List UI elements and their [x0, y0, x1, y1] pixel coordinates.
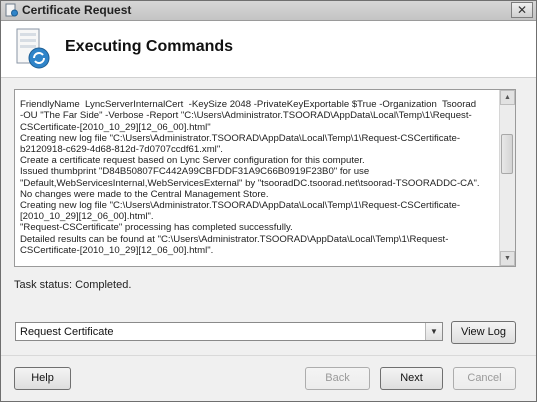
certificate-request-window: Certificate Request ✕ Executing Commands…	[0, 0, 537, 402]
close-button[interactable]: ✕	[511, 2, 533, 18]
log-line: Creating new log file "C:\Users\Administ…	[20, 132, 461, 144]
log-line: CSCertificate-[2010_10_29][12_06_00].htm…	[20, 244, 214, 256]
log-text: FriendlyName LyncServerInternalCert -Key…	[20, 90, 494, 266]
log-line: FriendlyName LyncServerInternalCert -Key…	[20, 99, 477, 111]
view-log-button[interactable]: View Log	[451, 321, 516, 344]
log-line: "Request-CSCertificate" processing has c…	[20, 222, 293, 234]
back-button[interactable]: Back	[305, 367, 370, 390]
selected-value: Request Certificate	[20, 326, 114, 338]
log-line: "Default,WebServicesInternal,WebServices…	[20, 177, 480, 189]
certificate-action-select[interactable]: Request Certificate ▼	[15, 322, 443, 341]
log-line: Issued thumbprint "D84B50807FC442A99CBFD…	[20, 166, 370, 178]
wizard-header: Executing Commands	[1, 21, 536, 78]
log-line: -OU "The Far Side" -Verbose -Report "C:\…	[20, 110, 472, 122]
log-line: b2120918-c629-4d68-812d-7d0707ccdf61.xml…	[20, 144, 223, 156]
scroll-thumb[interactable]	[501, 134, 513, 174]
footer-divider	[1, 355, 536, 356]
log-line: [2010_10_29][12_06_00].html".	[20, 211, 154, 223]
window-title: Certificate Request	[22, 3, 132, 17]
log-line: Detailed results can be found at "C:\Use…	[20, 233, 449, 245]
log-line: Creating new log file "C:\Users\Administ…	[20, 200, 461, 212]
dropdown-arrow-icon[interactable]: ▼	[425, 323, 442, 340]
help-button[interactable]: Help	[14, 367, 71, 390]
task-status: Task status: Completed.	[14, 279, 132, 291]
log-line: CSCertificate-[2010_10_29][12_06_00].htm…	[20, 121, 211, 133]
log-line: Create a certificate request based on Ly…	[20, 155, 365, 167]
app-icon	[5, 3, 18, 17]
command-output-log[interactable]: FriendlyName LyncServerInternalCert -Key…	[14, 89, 516, 267]
page-title: Executing Commands	[65, 38, 234, 55]
title-bar[interactable]: Certificate Request ✕	[1, 1, 536, 21]
server-refresh-icon	[16, 28, 50, 69]
cancel-button[interactable]: Cancel	[453, 367, 516, 390]
scroll-up-button[interactable]: ▲	[500, 90, 515, 105]
next-button[interactable]: Next	[380, 367, 443, 390]
scroll-down-button[interactable]: ▼	[500, 251, 515, 266]
log-line: No changes were made to the Central Mana…	[20, 188, 269, 200]
vertical-scrollbar[interactable]: ▲ ▼	[499, 90, 515, 266]
